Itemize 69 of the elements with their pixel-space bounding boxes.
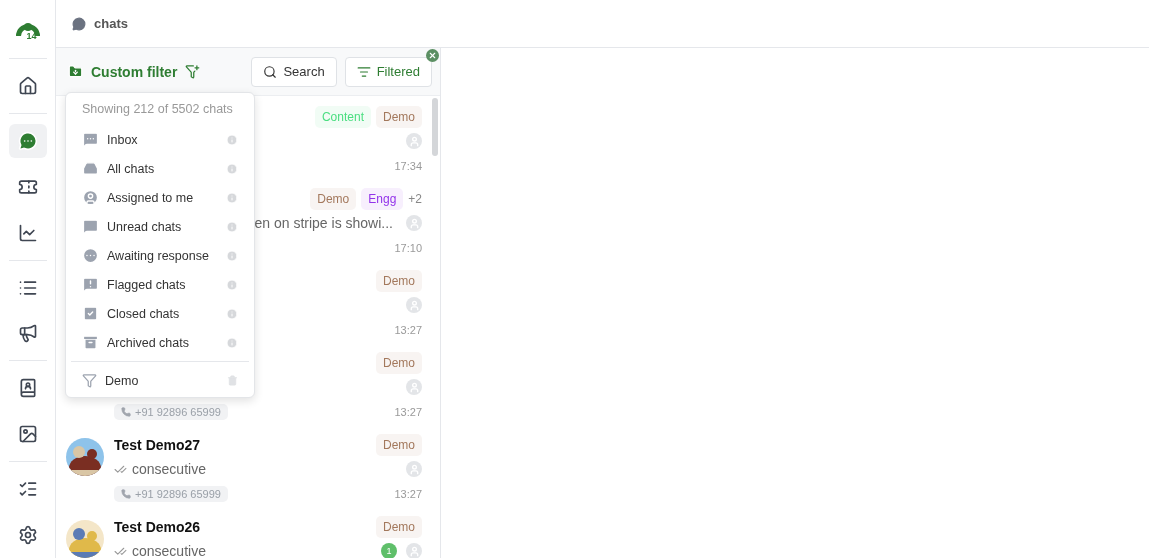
tag: Demo (376, 270, 422, 293)
tag: Content (314, 106, 371, 129)
message-time: 13:27 (394, 405, 422, 418)
user-icon (406, 297, 422, 314)
message-time: 13:27 (394, 323, 422, 336)
contact-name: Test Demo26 (114, 519, 201, 536)
scrollbar[interactable] (432, 98, 438, 156)
alert-message-icon (82, 276, 99, 293)
funnel-icon[interactable] (185, 64, 201, 79)
filter-option[interactable]: Inbox (66, 125, 254, 154)
message-preview: en on stripe is showi... (254, 215, 393, 232)
message-time: 17:10 (394, 241, 422, 254)
folder-icon (68, 64, 83, 79)
tag: Demo (376, 434, 422, 457)
phone-number: +91 92896 65999 (135, 487, 221, 500)
archive-icon (82, 334, 99, 351)
filter-option[interactable]: Assigned to me (66, 183, 254, 212)
filtered-button[interactable]: Filtered (344, 56, 432, 87)
chat-count: Showing 212 of 5502 chats (81, 101, 234, 118)
phone-icon (121, 406, 131, 417)
funnel-icon (82, 373, 97, 388)
contact-name: Test Demo27 (114, 437, 201, 454)
image-icon (17, 424, 38, 445)
breadcrumb: chats (94, 16, 128, 31)
user-icon (406, 461, 422, 478)
message-icon (82, 218, 99, 235)
user-icon (406, 543, 422, 558)
filter-option[interactable]: Closed chats (66, 299, 254, 328)
chat-icon (17, 130, 38, 151)
megaphone-icon (17, 323, 38, 344)
message-time: 17:34 (394, 159, 422, 172)
tag: Engg (361, 188, 404, 211)
phone-number: +91 92896 65999 (135, 405, 221, 418)
tag: Demo (310, 188, 357, 211)
user-icon (82, 189, 99, 206)
dots-icon (82, 247, 99, 264)
home-icon (17, 75, 38, 96)
chat-bubble-icon (82, 131, 99, 148)
double-check-icon (114, 463, 127, 476)
nav-button[interactable] (8, 123, 47, 158)
custom-filter-option[interactable]: Demo (66, 366, 254, 395)
tray-icon (82, 160, 99, 177)
chat-icon (72, 16, 86, 31)
message-time: 13:27 (394, 487, 422, 500)
search-icon (263, 64, 278, 79)
double-check-icon (114, 545, 127, 558)
filter-option[interactable]: Unread chats (66, 212, 254, 241)
search-button[interactable]: Search (251, 56, 337, 87)
more-tags: +2 (408, 192, 422, 207)
tag: Demo (376, 516, 422, 539)
phone-icon (121, 488, 131, 499)
line-chart-icon (17, 222, 38, 243)
checkbox-icon (82, 305, 99, 322)
filter-option[interactable]: Archived chats (66, 328, 254, 357)
message-preview: consecutive (132, 543, 206, 558)
user-icon (406, 379, 422, 396)
tag: Demo (376, 106, 422, 129)
filter-title[interactable]: Custom filter (91, 63, 178, 80)
message-preview: consecutive (132, 461, 206, 478)
unread-count: 1 (381, 543, 397, 558)
settings-icon (17, 525, 38, 546)
filter-option[interactable]: Awaiting response (66, 241, 254, 270)
filter-option[interactable]: All chats (66, 154, 254, 183)
filter-lines-icon (356, 64, 371, 79)
filter-option[interactable]: Flagged chats (66, 270, 254, 299)
close-icon[interactable] (426, 48, 439, 62)
user-icon (406, 133, 422, 150)
tag: Demo (376, 352, 422, 375)
user-icon (406, 215, 422, 232)
